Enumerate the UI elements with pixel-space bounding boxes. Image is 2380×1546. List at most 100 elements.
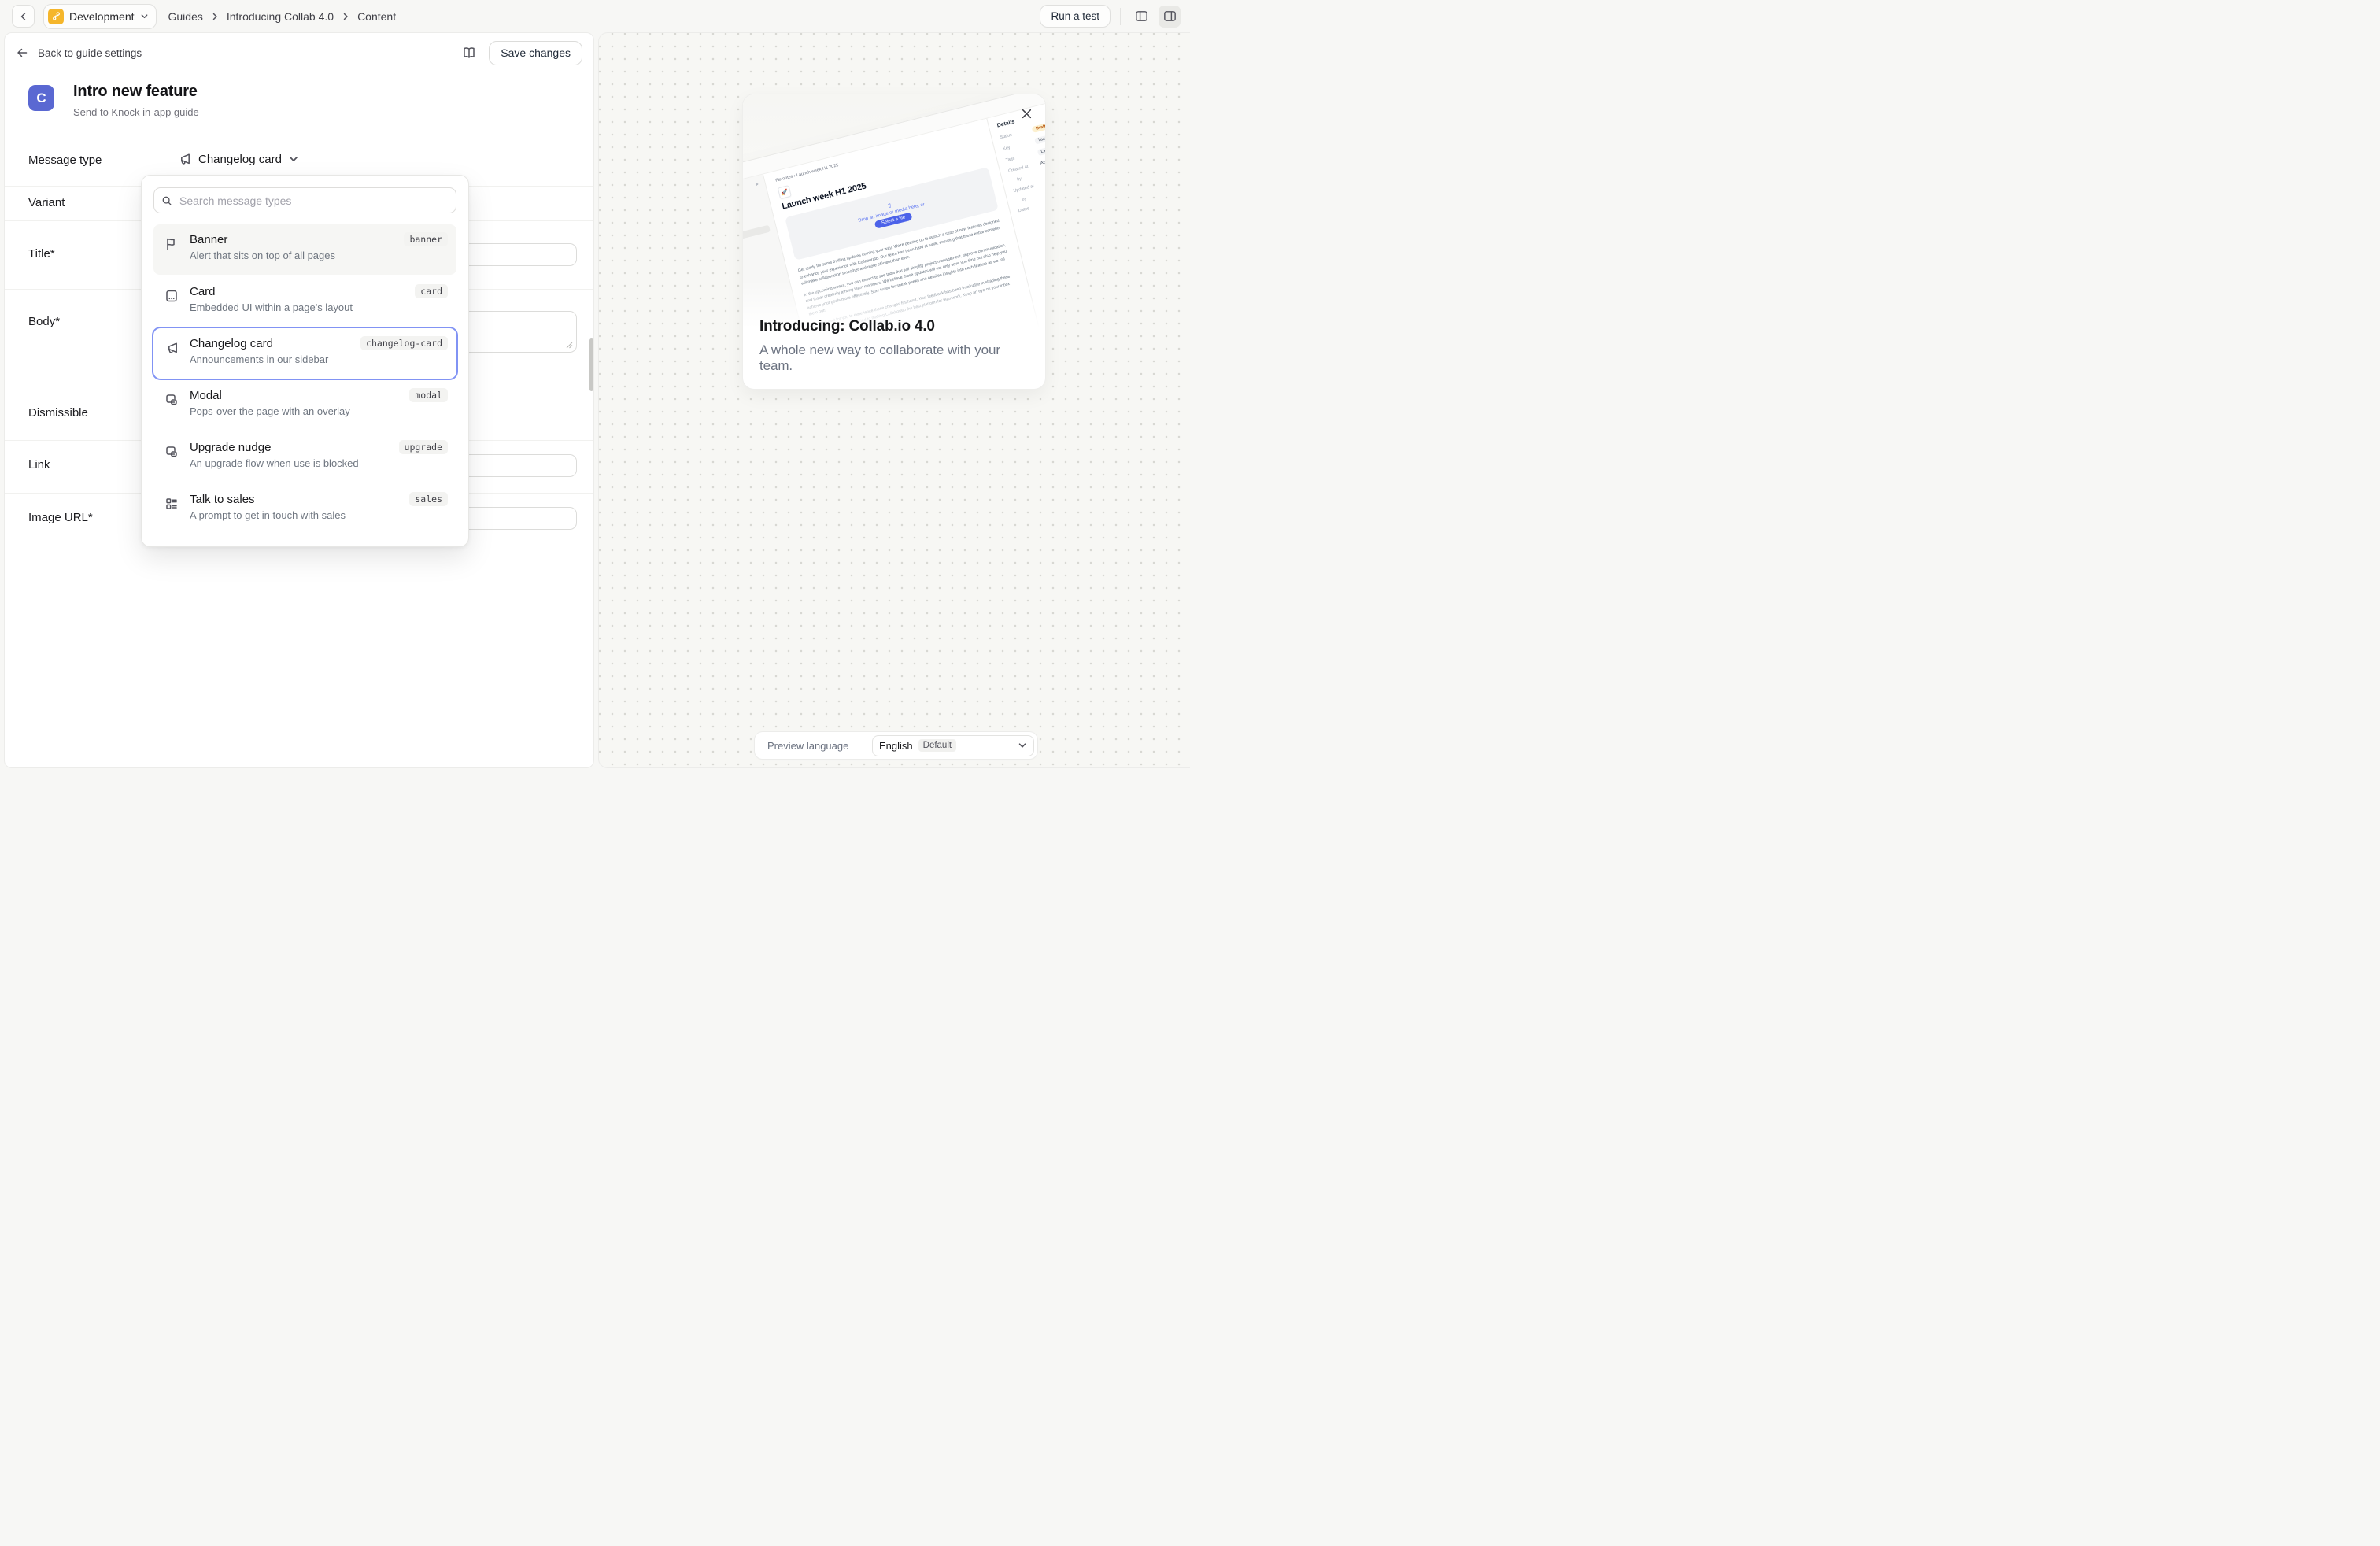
chevron-left-icon	[19, 12, 28, 21]
git-branch-icon	[48, 9, 64, 24]
breadcrumb-content[interactable]: Content	[357, 10, 396, 23]
rocket-icon: 🚀	[778, 185, 792, 199]
option-description: Pops-over the page with an overlay	[190, 405, 447, 417]
megaphone-icon	[164, 340, 179, 356]
back-link-label: Back to guide settings	[38, 47, 142, 59]
guide-avatar: C	[28, 85, 54, 111]
environment-label: Development	[69, 10, 135, 23]
environment-switcher[interactable]: Development	[43, 4, 157, 29]
chevron-down-icon	[140, 12, 149, 20]
message-type-option-upgrade-nudge[interactable]: Upgrade nudge An upgrade flow when use i…	[153, 432, 456, 483]
option-badge: upgrade	[399, 440, 448, 454]
variant-label: Variant	[28, 196, 65, 209]
flag-icon	[164, 236, 179, 252]
option-name: Card	[190, 285, 447, 298]
message-type-search[interactable]	[153, 187, 456, 213]
back-to-guide-settings-link[interactable]: Back to guide settings	[16, 46, 142, 59]
preview-card-subtitle: A whole new way to collaborate with your…	[759, 342, 1029, 374]
chevron-right-icon	[341, 12, 350, 21]
top-bar-actions: Run a test	[1040, 5, 1181, 28]
form-icon	[164, 496, 179, 512]
guide-title: Intro new feature	[73, 83, 199, 101]
breadcrumb-guide-name[interactable]: Introducing Collab 4.0	[227, 10, 334, 23]
details-tags-label: Tags	[1005, 152, 1033, 164]
save-changes-button[interactable]: Save changes	[489, 41, 582, 65]
message-type-option-banner[interactable]: Banner Alert that sits on top of all pag…	[153, 224, 456, 275]
option-description: An upgrade flow when use is blocked	[190, 457, 447, 469]
body-label: Body*	[28, 315, 60, 328]
preview-image: Share ↺ 🔔 Collab.io⌄⌕ HomeInbox Favorite…	[743, 94, 1045, 327]
card-icon	[164, 288, 179, 304]
preview-language-label: Preview language	[767, 740, 872, 752]
run-a-test-button[interactable]: Run a test	[1040, 5, 1111, 28]
guide-subtitle: Send to Knock in-app guide	[73, 106, 199, 118]
upload-icon: ⇧	[886, 202, 893, 209]
guide-title-block: C Intro new feature Send to Knock in-app…	[5, 72, 593, 135]
message-type-value: Changelog card	[198, 153, 282, 166]
option-description: Alert that sits on top of all pages	[190, 250, 447, 261]
details-dates-label: Dates	[1018, 202, 1045, 214]
message-type-option-talk-to-sales[interactable]: Talk to sales A prompt to get in touch w…	[153, 484, 456, 534]
language-value: English	[879, 740, 913, 752]
dismissible-label: Dismissible	[28, 406, 88, 420]
modal-icon	[164, 392, 179, 408]
option-badge: banner	[404, 232, 448, 246]
option-description: Embedded UI within a page's layout	[190, 301, 447, 313]
editor-header: Back to guide settings Save changes	[5, 33, 593, 72]
details-by-label: by	[1022, 190, 1045, 202]
divider	[1120, 8, 1121, 25]
details-created-label: Created at	[1008, 162, 1037, 174]
message-type-label: Message type	[28, 153, 102, 167]
message-type-option-card[interactable]: Card Embedded UI within a page's layout …	[153, 276, 456, 327]
details-updated-label: Updated at	[1013, 183, 1041, 194]
message-type-dropdown: Banner Alert that sits on top of all pag…	[141, 175, 469, 547]
chevron-down-icon	[1018, 741, 1027, 750]
right-panel-icon	[1162, 9, 1177, 24]
preview-card-title: Introducing: Collab.io 4.0	[759, 318, 1029, 335]
option-name: Talk to sales	[190, 493, 447, 506]
close-button[interactable]	[1015, 102, 1037, 124]
details-by-label: by	[1017, 171, 1045, 183]
breadcrumb-guides[interactable]: Guides	[168, 10, 203, 23]
scrollbar[interactable]	[589, 338, 593, 391]
option-badge: sales	[409, 492, 448, 506]
option-description: Announcements in our sidebar	[190, 353, 447, 365]
preview-language-bar: Preview language English Default	[755, 732, 1037, 759]
language-default-badge: Default	[918, 739, 956, 752]
changelog-card-preview: Share ↺ 🔔 Collab.io⌄⌕ HomeInbox Favorite…	[743, 94, 1045, 389]
left-panel-icon	[1134, 9, 1149, 24]
top-bar: Development Guides Introducing Collab 4.…	[0, 0, 1190, 32]
message-type-select[interactable]: Changelog card	[176, 151, 299, 167]
option-badge: changelog-card	[360, 336, 448, 350]
image-url-label: Image URL*	[28, 511, 93, 524]
megaphone-icon	[176, 151, 192, 167]
preview-card-text: Introducing: Collab.io 4.0 A whole new w…	[743, 318, 1045, 389]
breadcrumb: Guides Introducing Collab 4.0 Content	[168, 10, 397, 23]
option-description: A prompt to get in touch with sales	[190, 509, 447, 521]
option-badge: card	[415, 284, 448, 298]
close-icon	[1021, 108, 1033, 120]
back-button[interactable]	[12, 5, 35, 28]
message-type-option-modal[interactable]: Modal Pops-over the page with an overlay…	[153, 380, 456, 431]
link-label: Link	[28, 458, 50, 472]
details-status-label: Status	[1000, 129, 1028, 141]
details-key-label: Key	[1003, 140, 1031, 152]
book-icon[interactable]	[461, 45, 477, 61]
search-icon	[161, 195, 172, 206]
app-window: Development Guides Introducing Collab 4.…	[0, 0, 1190, 773]
message-type-option-changelog-card[interactable]: Changelog card Announcements in our side…	[153, 328, 456, 379]
language-select[interactable]: English Default	[872, 735, 1034, 756]
chevron-down-icon	[288, 153, 299, 165]
arrow-left-icon	[16, 46, 28, 59]
toggle-right-panel-button[interactable]	[1159, 6, 1181, 28]
toggle-left-panel-button[interactable]	[1130, 6, 1152, 28]
search-input[interactable]	[178, 194, 449, 208]
chevron-right-icon	[210, 12, 220, 21]
details-created-value: Apr 02, 2025	[1040, 155, 1045, 165]
title-label: Title*	[28, 247, 55, 261]
modal-icon	[164, 444, 179, 460]
message-type-list: Banner Alert that sits on top of all pag…	[153, 224, 456, 534]
option-name: Modal	[190, 389, 447, 402]
resize-handle-icon[interactable]	[566, 342, 573, 349]
details-tags-value: Launches	[1037, 144, 1045, 157]
